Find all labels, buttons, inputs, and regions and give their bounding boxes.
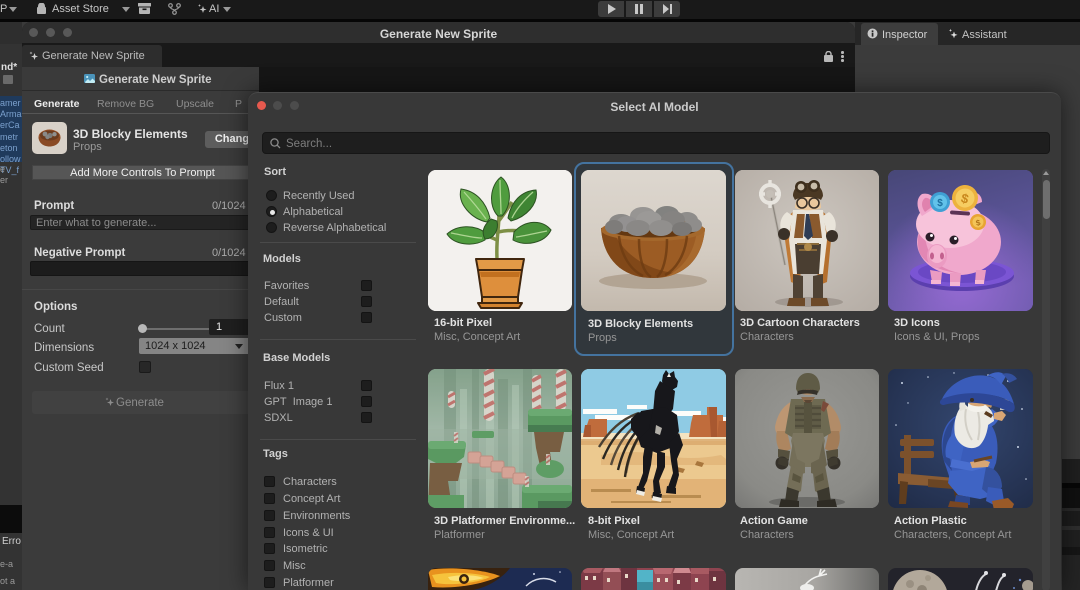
svg-text:$: $ [937,198,943,209]
